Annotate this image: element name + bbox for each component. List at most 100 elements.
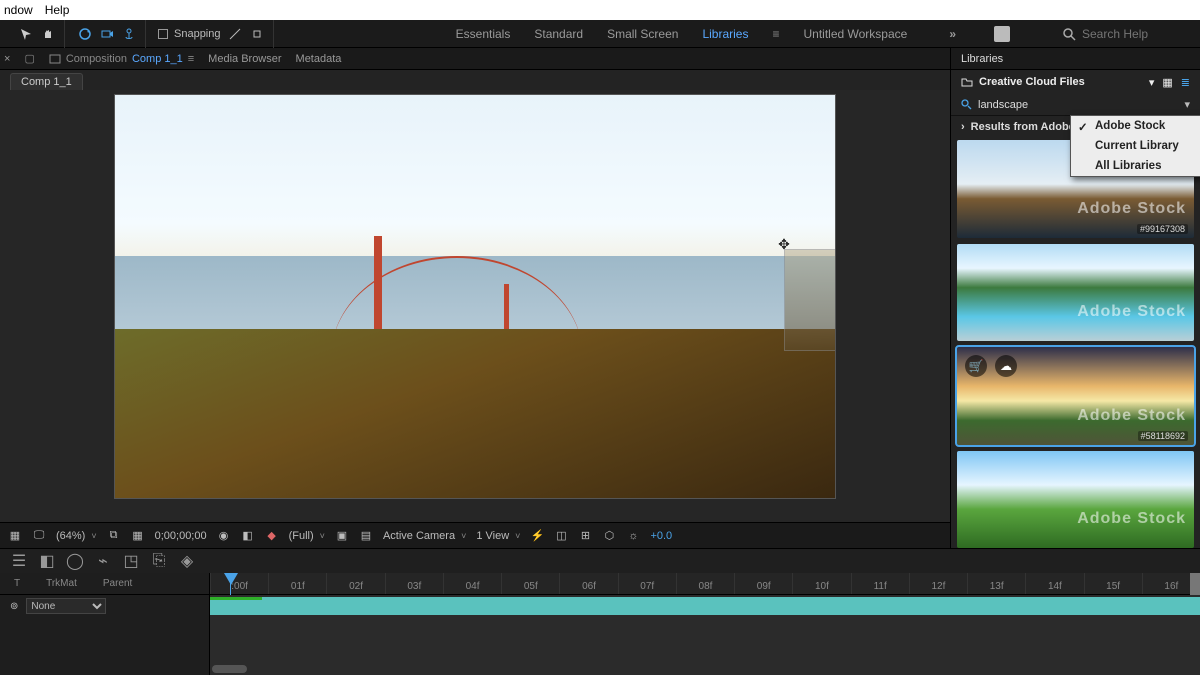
popup-current-library[interactable]: Current Library <box>1071 136 1200 156</box>
snapping-label: Snapping <box>174 28 221 40</box>
alpha-toggle-icon[interactable]: ▦ <box>8 529 22 543</box>
motion-blur-icon[interactable]: ◯ <box>68 554 82 568</box>
workspace-standard[interactable]: Standard <box>534 27 583 41</box>
time-tick[interactable]: 08f <box>676 573 734 594</box>
time-tick[interactable]: 15f <box>1084 573 1142 594</box>
preview-monitor-icon[interactable]: 🖵 <box>32 529 46 543</box>
time-tick[interactable]: 10f <box>792 573 850 594</box>
show-channel-icon[interactable]: ◧ <box>241 529 255 543</box>
lib-search-input[interactable] <box>978 99 1178 111</box>
render-queue-icon[interactable]: ⬡ <box>602 529 616 543</box>
snap-opt2-icon[interactable] <box>249 26 265 42</box>
workspace-untitled[interactable]: Untitled Workspace <box>803 27 907 41</box>
menu-window[interactable]: ndow <box>4 3 33 17</box>
parent-dropdown[interactable]: None <box>26 598 106 614</box>
lib-search-filter-icon[interactable]: ▾ <box>1184 98 1190 111</box>
layer-duration-bar[interactable] <box>210 597 1200 615</box>
marker-icon[interactable]: ◈ <box>180 554 194 568</box>
parent-pickwhip-icon[interactable]: ⊚ <box>10 601 18 612</box>
fast-preview-icon[interactable]: ⚡ <box>530 529 544 543</box>
libraries-panel-title[interactable]: Libraries <box>951 48 1200 70</box>
menu-help[interactable]: Help <box>45 3 70 17</box>
time-tick[interactable]: 09f <box>734 573 792 594</box>
time-ruler[interactable]: :00f01f02f03f04f05f06f07f08f09f10f11f12f… <box>210 573 1200 595</box>
tab-metadata[interactable]: Metadata <box>296 53 342 65</box>
flowchart-tab[interactable]: Comp 1_1 <box>10 73 83 90</box>
help-search-input[interactable] <box>1082 27 1192 41</box>
composition-menu-icon[interactable]: ≡ <box>188 53 194 65</box>
snapping-checkbox[interactable] <box>158 29 168 39</box>
layer-row[interactable]: ⊚ None <box>0 595 209 617</box>
zoom-dropdown[interactable]: (64%) <box>56 530 97 542</box>
col-trkmat[interactable]: TrkMat <box>46 578 77 589</box>
workspace-overflow-icon[interactable]: » <box>949 27 956 41</box>
workspace-libraries[interactable]: Libraries <box>702 27 748 41</box>
draft-3d-icon[interactable]: ◳ <box>124 554 138 568</box>
composition-canvas[interactable]: ✥ <box>114 94 836 499</box>
link-icon[interactable]: ⎘ <box>152 554 166 568</box>
stock-thumb-4[interactable]: Adobe Stock <box>957 451 1194 549</box>
current-timecode[interactable]: 0;00;00;00 <box>155 530 207 542</box>
time-tick[interactable]: 13f <box>967 573 1025 594</box>
workspace-small-screen[interactable]: Small Screen <box>607 27 678 41</box>
time-tick[interactable]: 02f <box>326 573 384 594</box>
grid-guides-icon[interactable]: ▤ <box>359 529 373 543</box>
time-tick[interactable]: 14f <box>1025 573 1083 594</box>
help-search <box>1063 20 1192 48</box>
graph-editor-icon[interactable]: ⌁ <box>96 554 110 568</box>
time-tick[interactable]: 06f <box>559 573 617 594</box>
cart-icon[interactable]: 🛒 <box>965 355 987 377</box>
cc-files-dropdown-icon[interactable]: ▾ <box>1149 76 1155 89</box>
snap-opt1-icon[interactable] <box>227 26 243 42</box>
time-tick[interactable]: 12f <box>909 573 967 594</box>
time-tick[interactable]: 03f <box>385 573 443 594</box>
view-list-icon[interactable]: ≣ <box>1181 76 1190 89</box>
frame-blend-icon[interactable]: ◧ <box>40 554 54 568</box>
anchor-tool-icon[interactable] <box>121 26 137 42</box>
shy-toggle-icon[interactable]: ☰ <box>12 554 26 568</box>
cc-files-label[interactable]: Creative Cloud Files <box>979 76 1085 88</box>
col-parent[interactable]: Parent <box>103 578 132 589</box>
res-toggle-icon[interactable]: ⧉ <box>107 529 121 543</box>
tab-media-browser[interactable]: Media Browser <box>208 53 281 65</box>
popup-all-libraries[interactable]: All Libraries <box>1071 156 1200 176</box>
view-grid-icon[interactable]: ▦ <box>1162 76 1172 89</box>
col-t[interactable]: T <box>14 578 20 589</box>
workspace-reset-icon[interactable] <box>994 26 1010 42</box>
exposure-reset-icon[interactable]: ☼ <box>626 529 640 543</box>
rotate-tool-icon[interactable] <box>77 26 93 42</box>
exposure-value[interactable]: +0.0 <box>650 530 672 542</box>
time-tick[interactable]: :00f <box>210 573 268 594</box>
timeline-zoom-scroll[interactable] <box>212 665 247 673</box>
time-tick[interactable]: 07f <box>618 573 676 594</box>
results-source-row[interactable]: › Results from Adobe Adobe Stock Current… <box>951 116 1200 138</box>
camera-dropdown[interactable]: Active Camera <box>383 530 466 542</box>
color-mgmt-icon[interactable]: ◆ <box>265 529 279 543</box>
time-tick[interactable]: 04f <box>443 573 501 594</box>
stock-thumb-2[interactable]: Adobe Stock <box>957 244 1194 342</box>
download-icon[interactable]: ☁ <box>995 355 1017 377</box>
flowchart-icon[interactable]: ⊞ <box>578 529 592 543</box>
camera-tool-icon[interactable] <box>99 26 115 42</box>
view-count-dropdown[interactable]: 1 View <box>476 530 520 542</box>
stock-thumb-3-selected[interactable]: 🛒 ☁ Adobe Stock #58118692 <box>957 347 1194 445</box>
roi-icon[interactable]: ▣ <box>335 529 349 543</box>
time-tick[interactable]: 16f <box>1142 573 1200 594</box>
timeline-link-icon[interactable]: ◫ <box>554 529 568 543</box>
snapshot-icon[interactable]: ◉ <box>217 529 231 543</box>
composition-viewer[interactable]: ✥ <box>0 90 950 522</box>
time-tick[interactable]: 05f <box>501 573 559 594</box>
close-panel-icon[interactable]: × <box>4 53 10 65</box>
popup-adobe-stock[interactable]: Adobe Stock <box>1071 116 1200 136</box>
panel-lock-icon[interactable]: ▢ <box>24 52 34 65</box>
workspace-libraries-menu-icon[interactable]: ≡ <box>772 27 779 41</box>
resolution-dropdown[interactable]: (Full) <box>289 530 325 542</box>
composition-name-link[interactable]: Comp 1_1 <box>132 53 183 65</box>
hand-tool-icon[interactable] <box>40 26 56 42</box>
time-tick[interactable]: 11f <box>851 573 909 594</box>
selection-tool-icon[interactable] <box>18 26 34 42</box>
timeline-tracks[interactable]: :00f01f02f03f04f05f06f07f08f09f10f11f12f… <box>210 573 1200 675</box>
time-tick[interactable]: 01f <box>268 573 326 594</box>
transparency-grid-icon[interactable]: ▦ <box>131 529 145 543</box>
workspace-essentials[interactable]: Essentials <box>456 27 511 41</box>
